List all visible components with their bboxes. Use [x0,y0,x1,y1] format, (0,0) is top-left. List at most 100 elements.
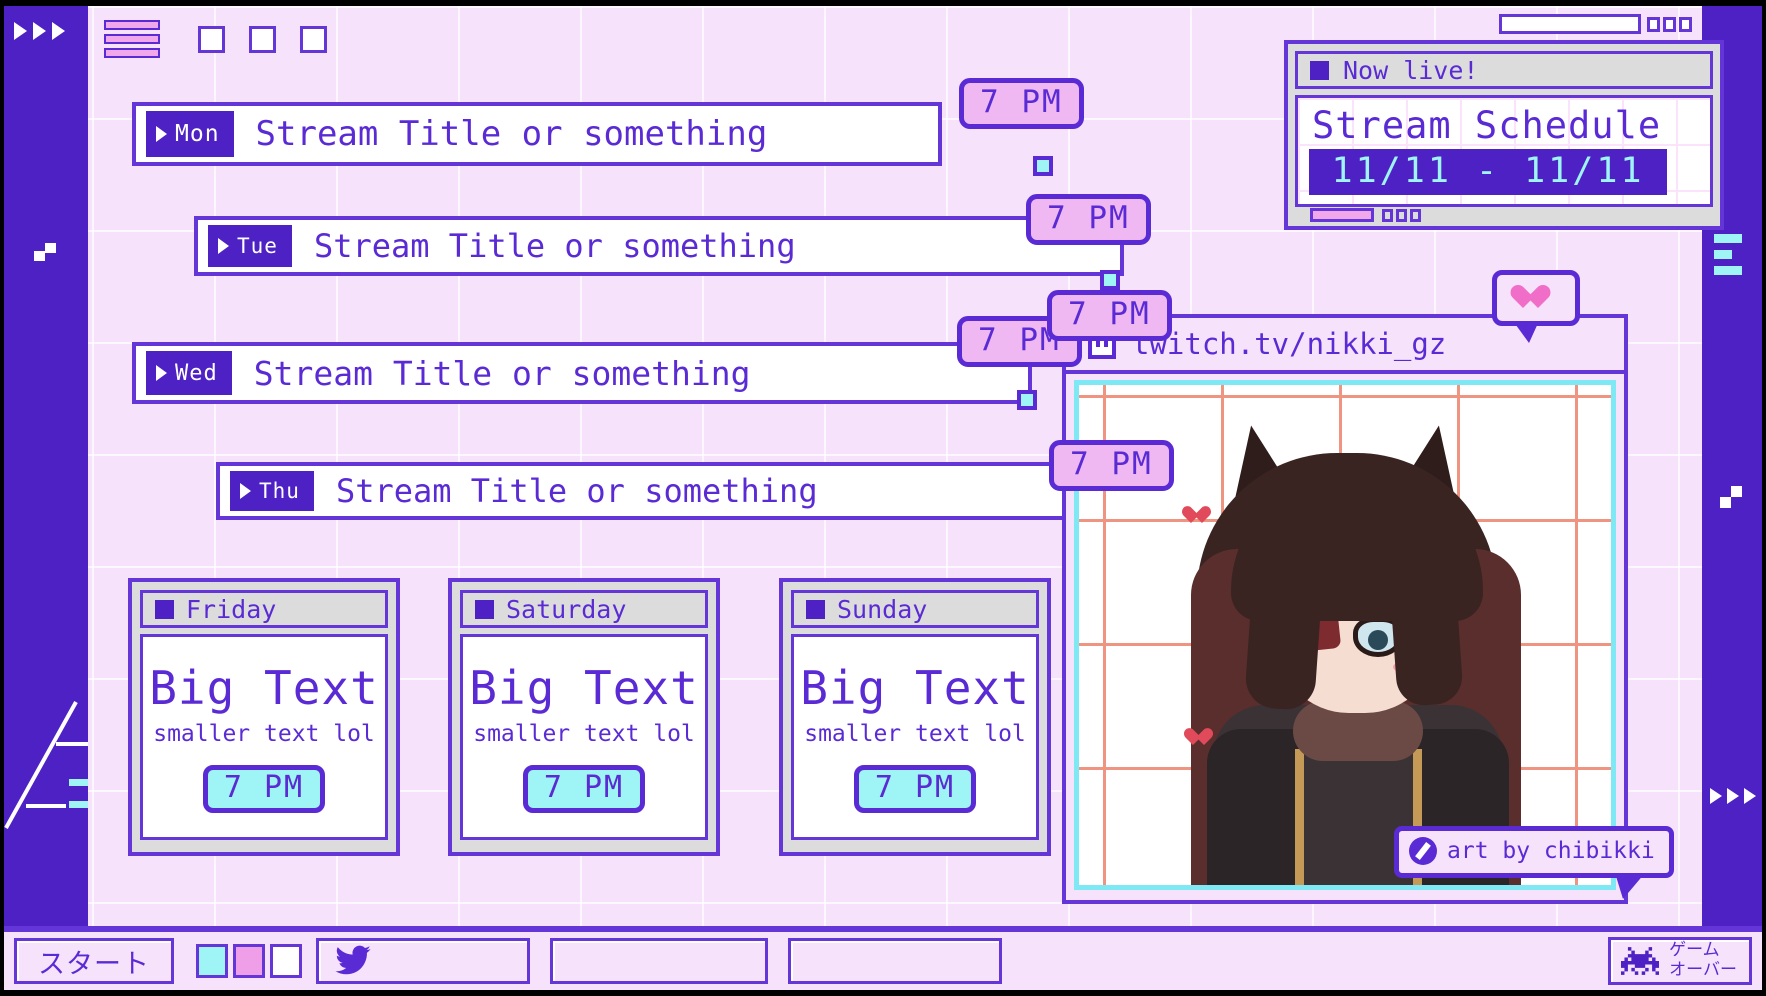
play-triangle-icon [218,238,229,254]
heart-icon [1193,729,1211,747]
time-badge-thu[interactable]: 7 PM [1049,440,1174,491]
window-buttons [1647,16,1692,32]
status-buttons [1382,208,1421,222]
game-over-button[interactable]: ゲーム オーバー [1608,937,1752,985]
day-label: Tue [237,234,278,258]
title-field[interactable] [1499,14,1641,34]
twitch-url[interactable]: twitch.tv/nikki_gz [1132,327,1446,361]
card-saturday[interactable]: Saturday Big Text smaller text lol 7 PM [448,578,720,856]
card-friday[interactable]: Friday Big Text smaller text lol 7 PM [128,578,400,856]
card-small-text: smaller text lol [153,721,375,747]
swatch-white[interactable] [270,944,302,978]
left-rail-arrows [14,22,65,40]
play-triangle-icon [14,22,27,40]
twitter-bird-icon [335,945,371,975]
toolbar [104,20,327,58]
toolbar-button-2[interactable] [249,25,276,53]
step-blocks-decoration [1720,486,1746,508]
toolbar-button-3[interactable] [300,25,327,53]
play-triangle-icon [240,483,251,499]
resize-handle-tue[interactable] [1100,270,1120,290]
play-triangle-icon [1710,788,1722,804]
pen-icon [1409,837,1437,865]
card-big-text: Big Text [800,661,1030,715]
play-triangle-icon [156,126,167,142]
right-rail-bars-decoration [1714,234,1742,275]
card-titlebar: Sunday [791,590,1039,628]
card-day-label: Saturday [506,594,627,624]
heart-icon [1523,286,1549,310]
day-row-thu[interactable]: Thu Stream Title or something [216,462,1136,520]
play-triangle-icon [1727,788,1739,804]
time-badge-twitch[interactable]: 7 PM [1047,290,1172,341]
card-body: Big Text smaller text lol 7 PM [460,634,708,840]
schedule-heading: Stream Schedule [1312,104,1662,147]
art-credit-bubble[interactable]: art by chibikki [1394,826,1674,899]
card-titlebar: Saturday [460,590,708,628]
toolbar-button-1[interactable] [198,25,225,53]
status-button-2[interactable] [1396,208,1407,222]
card-small-text: smaller text lol [473,721,695,747]
avatar [1157,409,1557,885]
stream-title: Stream Title or something [255,114,768,154]
twitch-window[interactable]: twitch.tv/nikki_gz [1062,314,1628,904]
left-rail-bars-decoration [66,776,88,811]
taskbar-item-3[interactable] [788,938,1002,984]
card-big-text: Big Text [469,661,699,715]
schedule-date-range: 11/11 - 11/11 [1309,149,1667,195]
time-badge-tue[interactable]: 7 PM [1026,194,1151,245]
day-tag-thu: Thu [230,471,314,511]
swatch-cyan[interactable] [196,944,228,978]
step-blocks-decoration [34,241,60,261]
window-square-icon [806,599,825,619]
day-tag-wed: Wed [146,351,232,395]
stream-title: Stream Title or something [253,353,751,393]
play-triangle-icon [52,22,65,40]
minimize-button[interactable] [1647,16,1660,32]
day-row-mon[interactable]: Mon Stream Title or something [132,102,942,166]
card-time-badge[interactable]: 7 PM [202,765,326,813]
window-controls [1499,14,1692,34]
game-over-line-1: ゲーム [1669,940,1720,961]
art-credit-label: art by chibikki [1447,838,1655,864]
progress-bar [1310,208,1374,222]
taskbar: スタート ゲーム オーバー [4,926,1762,990]
resize-handle-mon[interactable] [1033,156,1053,176]
hamburger-icon[interactable] [104,20,160,58]
card-day-label: Friday [186,594,277,624]
status-button-1[interactable] [1382,208,1393,222]
stream-title: Stream Title or something [313,227,796,265]
schedule-body: Stream Schedule 11/11 - 11/11 [1295,95,1713,207]
window-square-icon [1310,60,1329,80]
card-sunday[interactable]: Sunday Big Text smaller text lol 7 PM [779,578,1051,856]
maximize-button[interactable] [1663,16,1676,32]
resize-handle-wed[interactable] [1017,390,1037,410]
day-row-tue[interactable]: Tue Stream Title or something [194,216,1124,276]
taskbar-item-twitter[interactable] [316,938,530,984]
schedule-statusbar [1310,208,1421,222]
card-small-text: smaller text lol [804,721,1026,747]
day-row-wed[interactable]: Wed Stream Title or something [132,342,1032,404]
status-button-3[interactable] [1410,208,1421,222]
card-time-badge[interactable]: 7 PM [853,765,977,813]
desktop: Mon Stream Title or something 7 PM Tue S… [4,6,1762,990]
day-label: Wed [175,360,218,386]
heart-icon [1191,507,1209,525]
time-badge-mon[interactable]: 7 PM [959,78,1084,129]
day-tag-tue: Tue [208,225,292,267]
schedule-titlebar: Now live! [1295,51,1713,89]
start-button[interactable]: スタート [14,938,174,984]
day-tag-mon: Mon [146,111,234,157]
card-time-badge[interactable]: 7 PM [522,765,646,813]
schedule-window[interactable]: Now live! Stream Schedule 11/11 - 11/11 [1284,40,1724,230]
card-day-label: Sunday [837,594,928,624]
game-over-label: ゲーム オーバー [1669,941,1737,980]
taskbar-item-2[interactable] [550,938,768,984]
card-titlebar: Friday [140,590,388,628]
swatch-pink[interactable] [233,944,265,978]
right-rail-arrows [1710,788,1756,804]
close-button[interactable] [1679,16,1692,32]
game-over-line-2: オーバー [1669,960,1737,980]
card-body: Big Text smaller text lol 7 PM [791,634,1039,840]
color-swatches [196,944,302,978]
